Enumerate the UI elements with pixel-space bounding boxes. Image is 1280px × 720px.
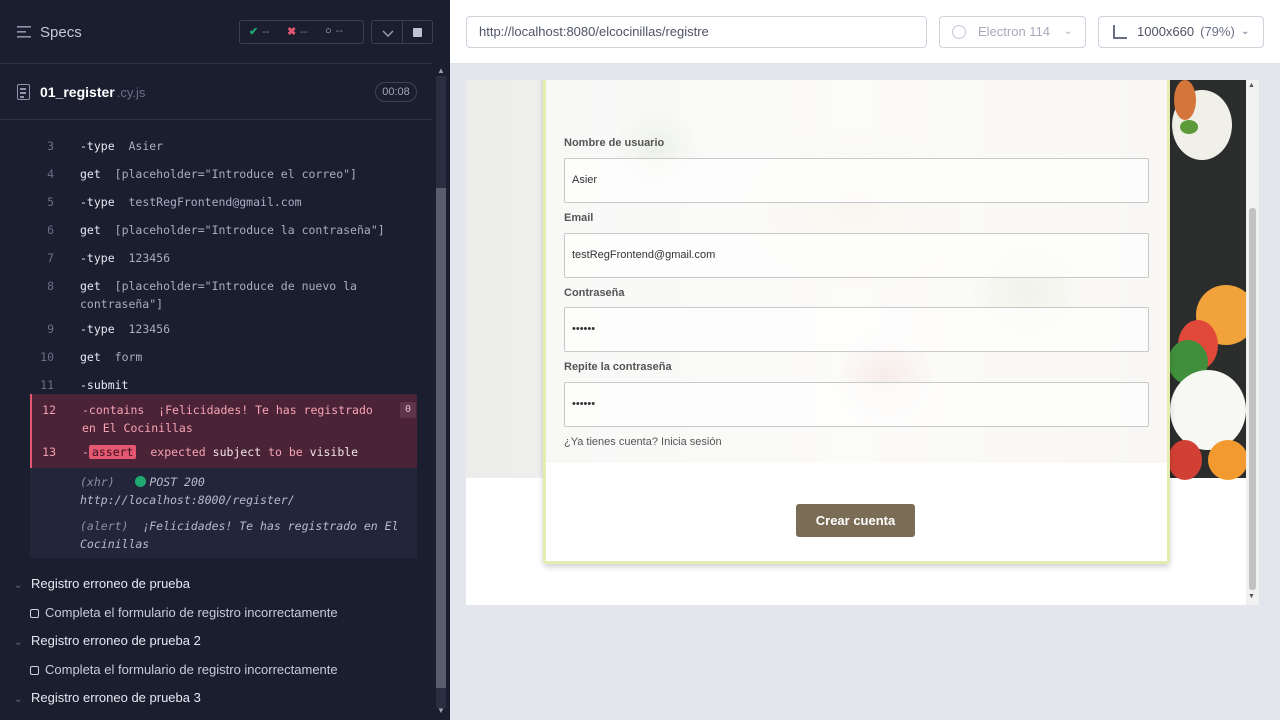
passed-count: ✔ --: [249, 26, 270, 38]
command-row[interactable]: 10 get form: [30, 344, 417, 372]
chevron-down-icon: ⌄: [1064, 26, 1073, 37]
spec-file-name[interactable]: 01_register .cy.js: [40, 84, 145, 100]
spec-header: 01_register .cy.js 00:08: [0, 64, 432, 120]
suite-header[interactable]: ⌄ Registro erroneo de prueba: [14, 576, 190, 591]
checkbox-icon: [30, 609, 39, 618]
email-input[interactable]: testRegFrontend@gmail.com: [564, 233, 1149, 278]
ruler-icon: [1113, 25, 1127, 39]
test-item[interactable]: Completa el formulario de registro incor…: [30, 662, 338, 677]
repeat-password-input[interactable]: ••••••: [564, 382, 1149, 427]
chevron-down-icon: ⌄: [14, 580, 23, 591]
page-scrollbar[interactable]: ▲ ▼: [1246, 80, 1259, 605]
chevron-down-icon: ⌄: [14, 637, 23, 648]
scroll-up-icon[interactable]: ▲: [1248, 82, 1255, 89]
username-input[interactable]: Asier: [564, 158, 1149, 203]
password-label: Contraseña: [564, 287, 625, 299]
test-stats: ✔ -- ✖ -- ○ --: [239, 20, 364, 44]
food-photo: [1168, 80, 1256, 480]
xhr-log[interactable]: (xhr) POST 200 http://localhost:8000/reg…: [80, 473, 416, 509]
file-icon: [17, 84, 30, 100]
specs-label[interactable]: Specs: [40, 24, 82, 41]
chevron-down-icon: ⌄: [14, 694, 23, 705]
assert-tag: assert: [88, 445, 137, 459]
viewport-selector[interactable]: 1000x660 (79%) ⌄: [1098, 16, 1264, 48]
electron-icon: [952, 25, 966, 39]
stop-button[interactable]: [403, 20, 433, 44]
spinner-icon: ○: [325, 25, 332, 37]
failed-count: ✖ --: [287, 26, 308, 38]
checkbox-icon: [30, 666, 39, 675]
scrollbar-thumb[interactable]: [436, 188, 446, 688]
status-dot-icon: [135, 476, 147, 487]
check-icon: ✔: [249, 26, 259, 38]
alert-log[interactable]: (alert) ¡Felicidades! Te has registrado …: [80, 517, 416, 553]
command-row[interactable]: 4 get [placeholder="Introduce el correo"…: [30, 160, 417, 188]
command-row[interactable]: 5 -type testRegFrontend@gmail.com: [30, 188, 417, 216]
cypress-command-log: Specs ✔ -- ✖ -- ○ -- 01_register .cy.js 00:0…: [0, 0, 450, 720]
command-row[interactable]: 7 -type 123456: [30, 244, 417, 272]
username-label: Nombre de usuario: [564, 137, 665, 149]
command-log-scrollbar[interactable]: ▲ ▼: [432, 64, 450, 720]
command-log-details: (xhr) POST 200 http://localhost:8000/reg…: [30, 468, 417, 558]
command-row[interactable]: 9 -type 123456: [30, 316, 417, 344]
command-row-failed[interactable]: 12 -contains ¡Felicidades! Te has regist…: [30, 394, 417, 438]
chevron-down-icon: [382, 30, 394, 38]
collapse-button[interactable]: [371, 20, 403, 44]
scroll-down-icon[interactable]: ▼: [437, 706, 445, 715]
url-bar[interactable]: http://localhost:8080/elcocinillas/regis…: [466, 16, 927, 48]
repeat-password-label: Repite la contraseña: [564, 361, 672, 373]
retry-count-badge: 0: [400, 402, 416, 418]
scroll-up-icon[interactable]: ▲: [437, 66, 445, 75]
command-row[interactable]: 3 -type Asier: [30, 132, 417, 160]
stop-icon: [413, 28, 422, 37]
create-account-button[interactable]: Crear cuenta: [796, 504, 915, 537]
email-label: Email: [564, 212, 594, 224]
chevron-down-icon: ⌄: [1241, 26, 1250, 37]
suite-header[interactable]: ⌄ Registro erroneo de prueba 2: [14, 633, 201, 648]
x-icon: ✖: [287, 26, 297, 38]
command-row[interactable]: 8 get [placeholder="Introduce de nuevo l…: [30, 272, 417, 316]
login-link[interactable]: ¿Ya tienes cuenta? Inicia sesión: [564, 436, 722, 448]
browser-selector[interactable]: Electron 114 ⌄: [939, 16, 1086, 48]
password-input[interactable]: ••••••: [564, 307, 1149, 352]
specs-list-icon[interactable]: [17, 26, 31, 38]
preview-toolbar: http://localhost:8080/elcocinillas/regis…: [450, 0, 1280, 64]
command-row-failed[interactable]: 13 - assert expected subject to be visibl…: [30, 438, 417, 468]
scroll-down-icon[interactable]: ▼: [1248, 593, 1255, 600]
app-under-test: Nombre de usuario Asier Email testRegFro…: [466, 80, 1259, 605]
command-row[interactable]: 6 get [placeholder="Introduce la contras…: [30, 216, 417, 244]
specs-toolbar: Specs ✔ -- ✖ -- ○ --: [0, 0, 433, 64]
suite-header[interactable]: ⌄ Registro erroneo de prueba 3: [14, 690, 201, 705]
spec-duration: 00:08: [375, 82, 417, 102]
pending-count: ○ --: [325, 25, 343, 37]
scrollbar-thumb[interactable]: [1249, 208, 1256, 590]
test-item[interactable]: Completa el formulario de registro incor…: [30, 605, 338, 620]
